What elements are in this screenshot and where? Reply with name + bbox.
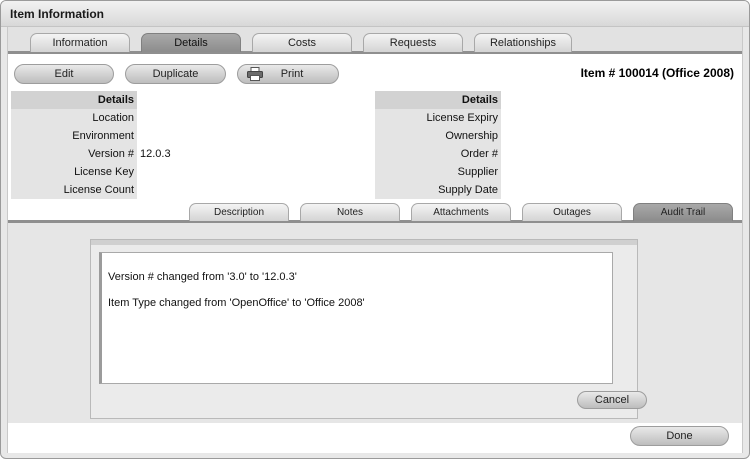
edit-button[interactable]: Edit [14, 64, 114, 84]
done-button[interactable]: Done [630, 426, 729, 446]
tab-relationships[interactable]: Relationships [474, 33, 572, 52]
title-bar: Item Information [1, 1, 749, 27]
label-license-key: License Key [11, 163, 137, 181]
label-license-expiry: License Expiry [375, 109, 501, 127]
tab-details[interactable]: Details [141, 33, 241, 52]
subtab-audit-trail[interactable]: Audit Trail [633, 203, 733, 221]
details-right-header: Details [375, 91, 501, 109]
edit-button-label: Edit [54, 68, 74, 80]
duplicate-button-label: Duplicate [152, 68, 199, 80]
tab-costs[interactable]: Costs [252, 33, 352, 52]
details-left-header: Details [11, 91, 137, 109]
label-location: Location [11, 109, 137, 127]
item-number: Item # 100014 (Office 2008) [580, 66, 734, 80]
done-button-label: Done [666, 430, 693, 442]
tab-information[interactable]: Information [30, 33, 130, 52]
subtab-description[interactable]: Description [189, 203, 289, 221]
label-version: Version # [11, 145, 137, 163]
label-supplier: Supplier [375, 163, 501, 181]
label-order-number: Order # [375, 145, 501, 163]
label-supply-date: Supply Date [375, 181, 501, 199]
audit-line: Item Type changed from 'OpenOffice' to '… [108, 297, 365, 309]
subtab-notes[interactable]: Notes [300, 203, 400, 221]
label-environment: Environment [11, 127, 137, 145]
subtab-outages[interactable]: Outages [522, 203, 622, 221]
cancel-button-label: Cancel [594, 394, 630, 406]
audit-box-header [91, 240, 637, 245]
item-information-window: Item Information Information Details Cos… [0, 0, 750, 459]
cancel-button[interactable]: Cancel [577, 391, 647, 409]
main-panel: Information Details Costs Requests Relat… [7, 27, 743, 453]
audit-trail-text[interactable]: Version # changed from '3.0' to '12.0.3'… [99, 252, 613, 384]
audit-line: Version # changed from '3.0' to '12.0.3' [108, 271, 297, 283]
duplicate-button[interactable]: Duplicate [125, 64, 226, 84]
value-version: 12.0.3 [140, 148, 171, 160]
audit-trail-box: Version # changed from '3.0' to '12.0.3'… [90, 239, 647, 419]
print-button[interactable]: Print [237, 64, 339, 84]
window-title: Item Information [10, 7, 105, 21]
subtab-attachments[interactable]: Attachments [411, 203, 511, 221]
tab-requests[interactable]: Requests [363, 33, 463, 52]
printer-icon [247, 67, 263, 81]
label-license-count: License Count [11, 181, 137, 199]
print-button-label: Print [280, 68, 304, 80]
label-ownership: Ownership [375, 127, 501, 145]
